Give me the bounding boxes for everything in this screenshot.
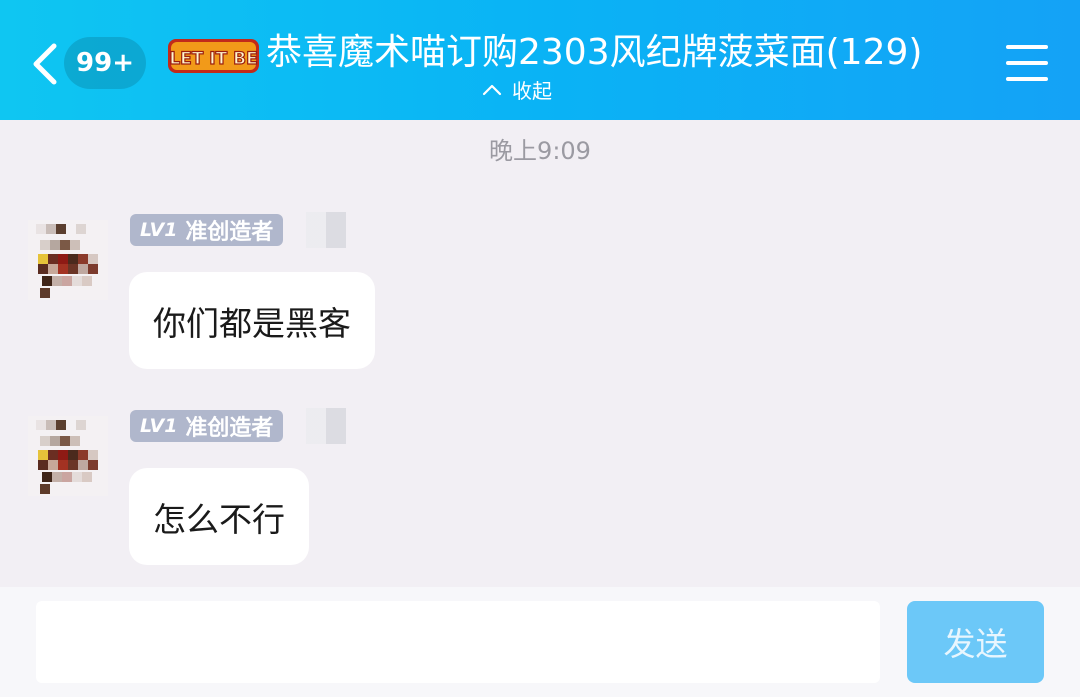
collapse-toggle[interactable]: 收起 — [482, 74, 552, 104]
avatar[interactable] — [20, 408, 112, 500]
avatar[interactable] — [20, 212, 112, 304]
group-emblem-icon: LET IT BE — [168, 39, 259, 73]
chat-title[interactable]: 恭喜魔术喵订购2303风纪牌菠菜面(129) — [266, 28, 922, 78]
send-button[interactable]: 发送 — [907, 601, 1044, 683]
message-timestamp: 晚上9:09 — [489, 137, 591, 165]
message-input[interactable] — [36, 601, 880, 683]
level-label: LV1 — [140, 415, 178, 437]
unread-count-badge[interactable]: 99+ — [64, 37, 146, 89]
level-badge: LV1 准创造者 — [130, 214, 284, 246]
sender-name-blurred[interactable] — [306, 408, 346, 444]
message-bubble[interactable]: 怎么不行 — [129, 468, 309, 565]
level-label: LV1 — [140, 219, 178, 241]
back-arrow-icon[interactable] — [28, 40, 64, 88]
level-badge: LV1 准创造者 — [130, 410, 284, 442]
chat-header: 99+ LET IT BE 恭喜魔术喵订购2303风纪牌菠菜面(129) 收起 — [0, 0, 1080, 120]
message-bubble[interactable]: 你们都是黑客 — [129, 272, 375, 369]
menu-icon[interactable] — [1006, 45, 1048, 81]
chevron-up-icon — [482, 84, 502, 96]
svg-text:LET IT BE: LET IT BE — [169, 49, 257, 69]
sender-name-blurred[interactable] — [306, 212, 346, 248]
role-label: 准创造者 — [185, 220, 274, 245]
role-label: 准创造者 — [185, 416, 274, 441]
collapse-label: 收起 — [512, 78, 552, 103]
composer-bar: 发送 — [0, 587, 1080, 697]
